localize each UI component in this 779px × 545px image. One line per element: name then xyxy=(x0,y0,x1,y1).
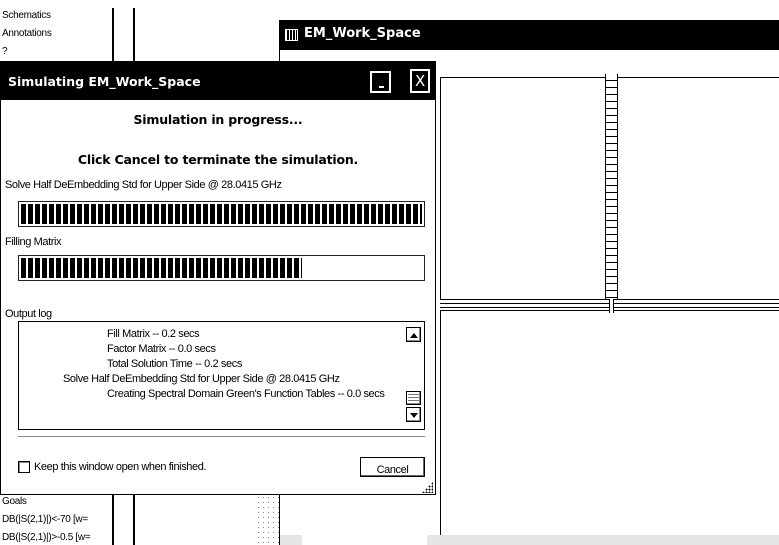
em-workspace-titlebar[interactable]: EM_Work_Space xyxy=(280,20,779,50)
subtask-progress-bar xyxy=(18,255,425,281)
minimize-icon xyxy=(379,86,384,88)
log-line: Creating Spectral Domain Green's Functio… xyxy=(107,388,385,400)
close-button[interactable]: X xyxy=(410,69,430,93)
goal-item-1[interactable]: DB(|S(2,1)|)<-70 [w= xyxy=(2,514,88,525)
window-grid-icon xyxy=(285,29,298,41)
simulation-dialog: Simulating EM_Work_Space X Simulation in… xyxy=(0,61,436,495)
log-line: Fill Matrix -- 0.2 secs xyxy=(107,328,200,340)
dotted-grid-stub xyxy=(256,495,279,545)
log-scrollbar[interactable] xyxy=(405,323,423,428)
subtask-progress-fill xyxy=(21,258,302,278)
resize-grip-icon[interactable] xyxy=(422,482,433,493)
output-log[interactable]: Fill Matrix -- 0.2 secs Factor Matrix --… xyxy=(18,321,425,430)
em-workspace-title: EM_Work_Space xyxy=(304,26,421,41)
scroll-up-button[interactable] xyxy=(406,327,421,342)
minimize-button[interactable] xyxy=(370,71,391,93)
cancel-hint: Click Cancel to terminate the simulation… xyxy=(77,152,359,167)
keep-open-label[interactable]: Keep this window open when finished. xyxy=(34,461,207,473)
vertical-conductor xyxy=(605,74,618,310)
scroll-thumb[interactable] xyxy=(406,391,421,405)
task-progress-bar xyxy=(18,201,425,227)
chevron-down-icon xyxy=(410,413,418,418)
tree-item-goals[interactable]: Goals xyxy=(2,496,27,507)
scroll-down-button[interactable] xyxy=(406,407,421,422)
goal-item-2[interactable]: DB(|S(2,1)|)>-0.5 [w= xyxy=(2,532,91,543)
log-line: Factor Matrix -- 0.0 secs xyxy=(107,343,216,355)
tree-item-schematics[interactable]: Schematics xyxy=(2,10,51,21)
dialog-titlebar[interactable]: Simulating EM_Work_Space X xyxy=(1,62,435,100)
close-icon: X xyxy=(415,72,426,90)
task-progress-fill xyxy=(21,204,422,224)
tree-item-unknown[interactable]: ? xyxy=(2,46,8,57)
keep-open-checkbox[interactable] xyxy=(18,461,30,473)
task-label: Solve Half DeEmbedding Std for Upper Sid… xyxy=(5,179,282,191)
status-heading: Simulation in progress... xyxy=(133,112,303,127)
chevron-up-icon xyxy=(410,333,418,338)
cancel-button-label: Cancel xyxy=(376,464,409,476)
log-line: Total Solution Time -- 0.2 secs xyxy=(107,358,242,370)
cancel-button[interactable]: Cancel xyxy=(360,457,425,477)
canvas-bottom-white-block xyxy=(302,535,427,545)
subtask-label: Filling Matrix xyxy=(5,236,62,248)
output-log-label: Output log xyxy=(5,308,52,320)
conductor-junction xyxy=(609,299,614,313)
log-line: Solve Half DeEmbedding Std for Upper Sid… xyxy=(63,373,340,385)
dialog-title: Simulating EM_Work_Space xyxy=(8,74,201,89)
dialog-separator xyxy=(18,436,425,438)
tree-item-annotations[interactable]: Annotations xyxy=(2,28,52,39)
